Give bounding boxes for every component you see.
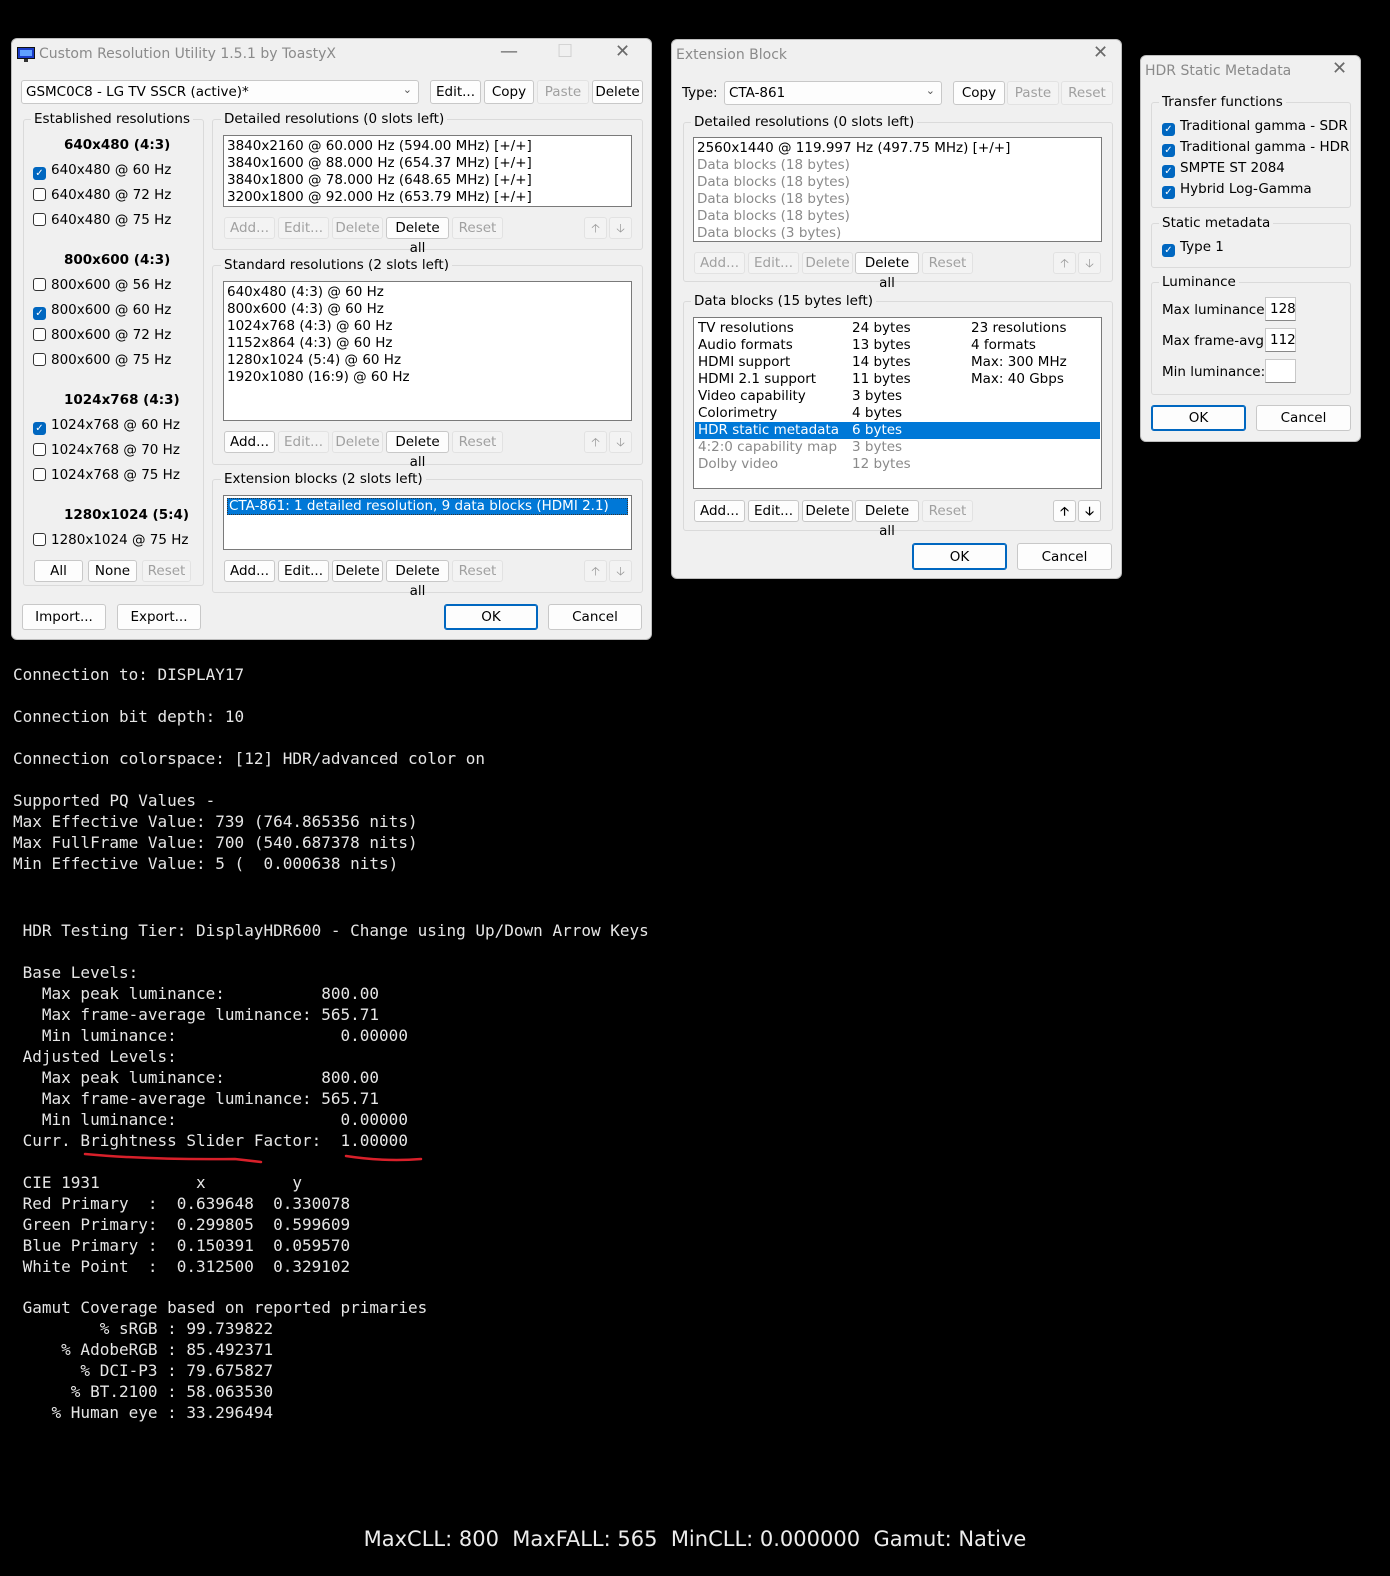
- cie-block: CIE 1931 x y Red Primary : 0.639648 0.33…: [22, 1173, 351, 1276]
- underline-brightness-slider: [83, 1152, 263, 1164]
- status-bar: MaxCLL: 800 MaxFALL: 565 MinCLL: 0.00000…: [363, 1527, 1027, 1551]
- underline-slider-factor: [344, 1154, 423, 1162]
- gamut-block: Gamut Coverage based on reported primari…: [22, 1298, 428, 1422]
